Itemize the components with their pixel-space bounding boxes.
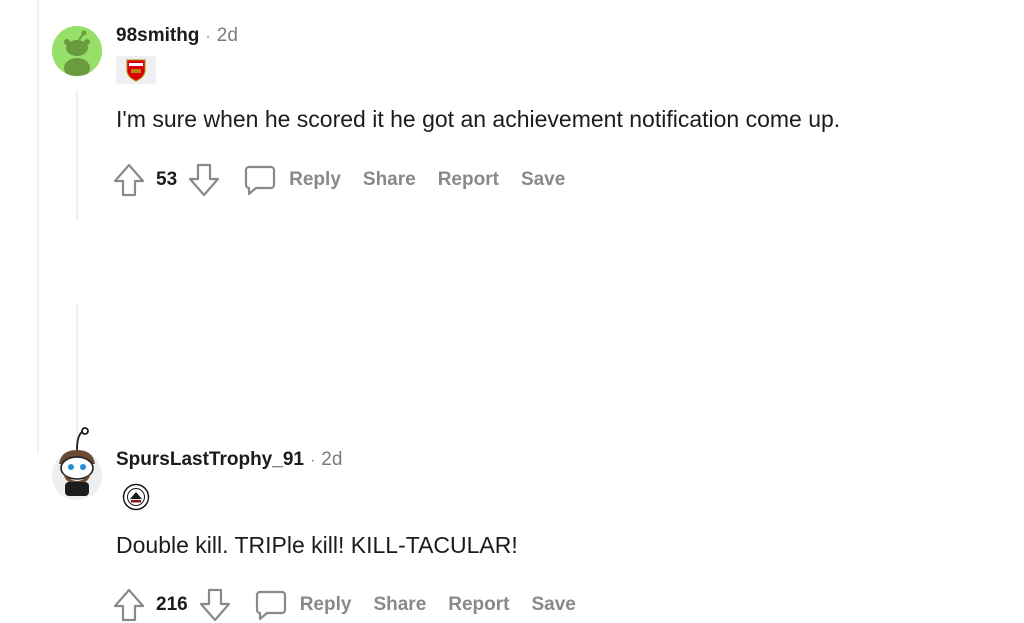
- downvote-icon[interactable]: [198, 587, 232, 623]
- save-button[interactable]: Save: [532, 594, 576, 616]
- comment-actions: 216 Reply Share Report Save: [112, 587, 576, 623]
- share-button[interactable]: Share: [363, 169, 416, 191]
- comment-body: I'm sure when he scored it he got an ach…: [116, 106, 841, 132]
- vote-count: 53: [156, 169, 178, 190]
- vote-count: 216: [156, 594, 188, 615]
- reply-label: Reply: [289, 169, 341, 190]
- reply-button[interactable]: Reply: [243, 163, 341, 197]
- comment-bubble-icon: [243, 163, 277, 197]
- arsenal-crest-icon: [126, 59, 146, 82]
- upvote-icon[interactable]: [112, 587, 146, 623]
- thread-line[interactable]: [37, 0, 39, 453]
- user-flair: [116, 56, 156, 84]
- timestamp[interactable]: 2d: [217, 25, 238, 47]
- separator-dot: ·: [205, 28, 211, 45]
- upvote-icon[interactable]: [112, 162, 146, 198]
- comment-body: Double kill. TRIPle kill! KILL-TACULAR!: [116, 532, 518, 558]
- comment-bubble-icon: [254, 588, 288, 622]
- comment-actions: 53 Reply Share Report Save: [112, 162, 565, 198]
- separator-dot: ·: [309, 452, 316, 469]
- report-button[interactable]: Report: [448, 594, 509, 616]
- report-button[interactable]: Report: [438, 169, 499, 191]
- user-flair: [116, 483, 156, 511]
- snoo-avatar-icon: [52, 26, 102, 76]
- avatar[interactable]: [52, 26, 102, 76]
- snoo-avatar-icon: [52, 427, 102, 496]
- avatar[interactable]: [52, 427, 102, 500]
- share-button[interactable]: Share: [373, 594, 426, 616]
- comment-meta: SpursLastTrophy_91 · 2d: [116, 449, 342, 471]
- comment-meta: 98smithg · 2d: [116, 25, 238, 47]
- comment-thread-line[interactable]: [76, 90, 78, 220]
- tottenham-badge-icon: [122, 483, 150, 511]
- username[interactable]: 98smithg: [116, 25, 199, 47]
- username[interactable]: SpursLastTrophy_91: [116, 449, 304, 471]
- timestamp[interactable]: 2d: [321, 449, 342, 471]
- reply-label: Reply: [299, 594, 352, 615]
- downvote-icon[interactable]: [187, 162, 221, 198]
- save-button[interactable]: Save: [521, 169, 565, 191]
- reply-button[interactable]: Reply: [254, 588, 352, 622]
